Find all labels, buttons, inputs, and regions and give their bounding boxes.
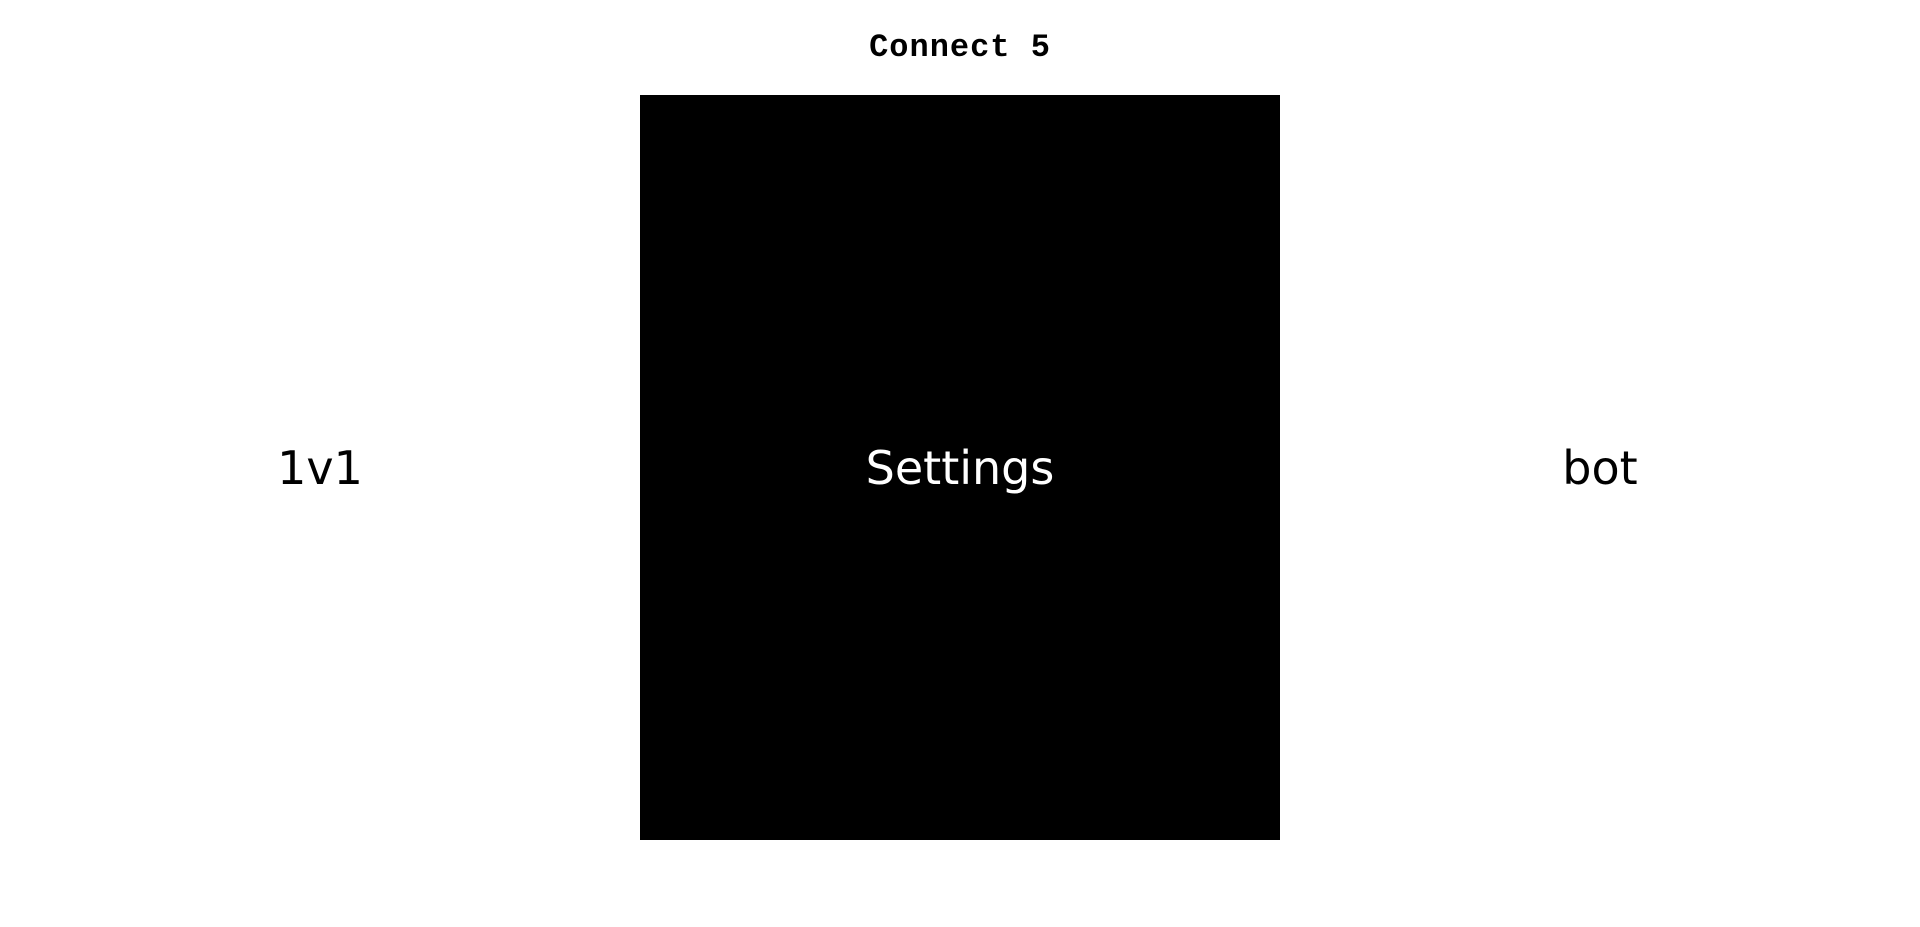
menu-option-settings-label: Settings (865, 440, 1055, 495)
game-screen: Connect 5 1v1 Settings bot (0, 0, 1920, 927)
game-title: Connect 5 (869, 29, 1051, 66)
menu-option-bot-label: bot (1562, 440, 1638, 495)
menu-option-1v1[interactable]: 1v1 (0, 95, 640, 840)
main-menu: 1v1 Settings bot (0, 95, 1920, 840)
menu-option-1v1-label: 1v1 (277, 440, 363, 495)
menu-option-bot[interactable]: bot (1280, 95, 1920, 840)
menu-option-settings[interactable]: Settings (640, 95, 1280, 840)
